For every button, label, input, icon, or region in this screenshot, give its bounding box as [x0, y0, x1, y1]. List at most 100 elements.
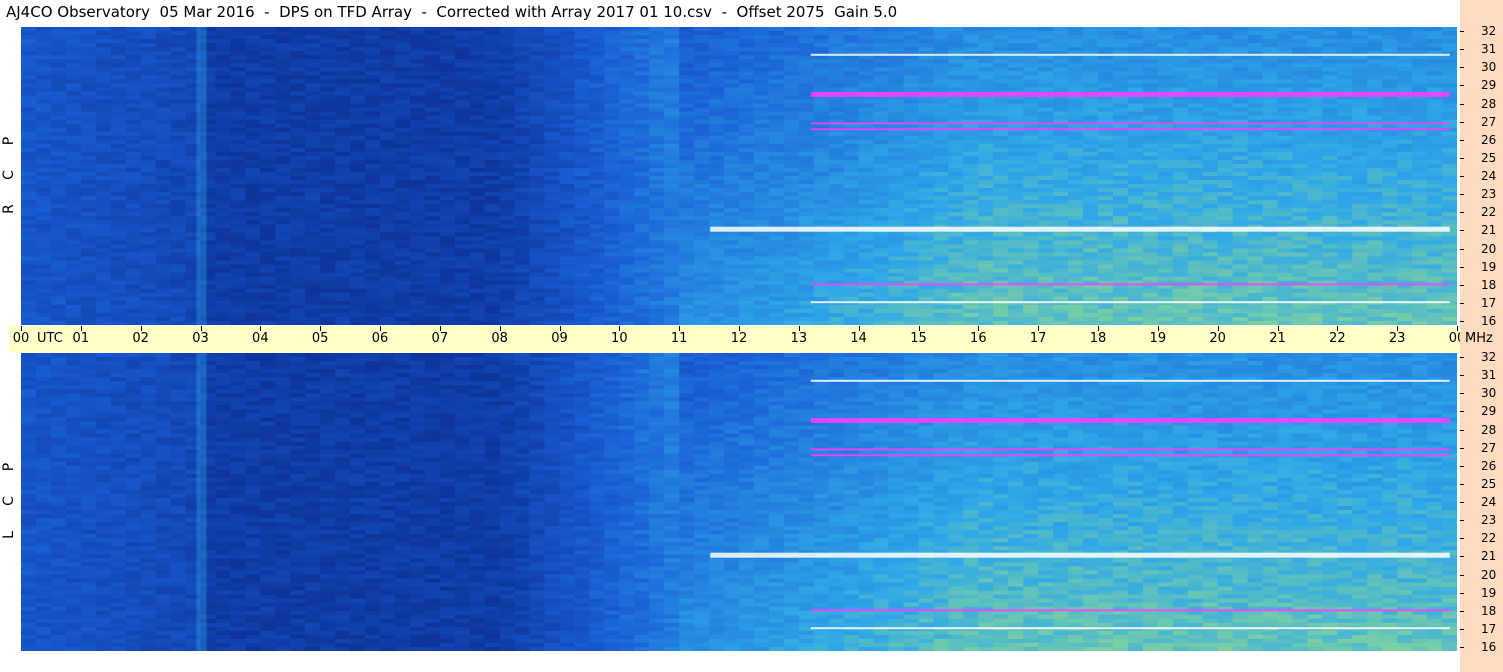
spectrogram-cell [753, 196, 770, 201]
spectrogram-cell [170, 188, 187, 193]
spectrogram-cell [350, 224, 366, 229]
spectrogram-cell [768, 119, 785, 125]
spectrogram-cell [694, 87, 710, 93]
spectrogram-cell [21, 204, 37, 209]
spectrogram-cell [918, 188, 935, 193]
spectrogram-cell [604, 312, 620, 318]
spectrogram-cell [1008, 308, 1024, 314]
spectrogram-cell [574, 304, 591, 310]
spectrogram-cell [768, 159, 785, 165]
spectrogram-cell [155, 252, 172, 258]
spectrogram-cell [619, 276, 635, 282]
spectrogram-cell [409, 220, 426, 225]
spectrogram-cell [634, 232, 650, 238]
spectrogram-cell [634, 139, 650, 145]
spectrogram-cell [484, 159, 501, 165]
spectrogram-cell [260, 200, 276, 205]
spectrogram-cell [439, 35, 456, 40]
spectrogram-cell [95, 208, 112, 213]
spectrogram-cell [50, 200, 67, 205]
spectrogram-cell [828, 212, 845, 217]
spectrogram-cell [918, 59, 935, 64]
spectrogram-cell [424, 200, 441, 205]
spectrogram-cell [290, 75, 306, 80]
spectrogram-cell [768, 75, 785, 80]
spectrogram-cell [1008, 143, 1024, 149]
spectrogram-cell [649, 212, 665, 217]
spectrogram-cell [245, 312, 261, 318]
spectrogram-cell [409, 208, 426, 213]
spectrogram-cell [679, 27, 695, 32]
spectrogram-cell [305, 212, 321, 217]
spectrogram-cell [873, 75, 890, 80]
spectrogram-cell [664, 272, 680, 278]
spectrogram-cell [694, 188, 710, 193]
spectrogram-cell [589, 176, 605, 181]
spectrogram-cell [739, 47, 755, 52]
spectrogram-cell [753, 288, 770, 294]
spectrogram-cell [679, 155, 695, 161]
spectrogram-cell [125, 224, 142, 229]
spectrogram-cell [634, 260, 650, 266]
spectrogram-cell [544, 159, 561, 165]
spectrogram-cell [320, 35, 336, 40]
spectrogram-cell [1008, 176, 1024, 181]
spectrogram-cell [424, 300, 441, 306]
spectrogram-cell [679, 192, 695, 197]
spectrogram-cell [739, 99, 755, 105]
spectrogram-cell [978, 264, 994, 270]
spectrogram-cell [873, 220, 890, 225]
spectrogram-cell [649, 196, 665, 201]
spectrogram-cell [335, 51, 351, 56]
spectrogram-cell [365, 91, 381, 97]
spectrogram-cell [125, 184, 142, 189]
spectrogram-cell [110, 292, 127, 298]
spectrogram-cell [155, 192, 172, 197]
spectrogram-cell [948, 176, 964, 181]
spectrogram-cell [290, 244, 306, 250]
spectrogram-cell [634, 256, 650, 262]
spectrogram-cell [933, 103, 950, 109]
spectrogram-cell [828, 151, 845, 157]
spectrogram-cell [245, 99, 261, 105]
spectrogram-cell [963, 71, 979, 76]
spectrogram-cell [275, 119, 291, 125]
spectrogram-cell [1023, 115, 1039, 121]
spectrogram-cell [679, 288, 695, 294]
spectrogram-cell [499, 139, 516, 145]
spectrogram-cell [215, 272, 232, 278]
spectrogram-cell [170, 119, 187, 125]
spectrogram-cell [424, 39, 441, 44]
spectrogram-cell [1008, 304, 1024, 310]
spectrogram-cell [275, 308, 291, 314]
spectrogram-cell [813, 192, 830, 197]
spectrogram-cell [230, 232, 246, 238]
spectrogram-cell [290, 135, 306, 141]
spectrogram-cell [21, 180, 37, 185]
spectrogram-cell [993, 312, 1009, 318]
spectrogram-cell [634, 184, 650, 189]
spectrogram-cell [35, 103, 52, 109]
spectrogram-cell [574, 292, 591, 298]
spectrogram-cell [694, 200, 710, 205]
spectrogram-cell [305, 87, 321, 93]
spectrogram-cell [275, 196, 291, 201]
spectrogram-cell [589, 208, 605, 213]
spectrogram-cell [424, 260, 441, 266]
spectrogram-cell [245, 147, 261, 153]
spectrogram-cell [978, 79, 994, 84]
spectrogram-cell [230, 292, 246, 298]
spectrogram-cell [290, 123, 306, 129]
spectrogram-cell [305, 276, 321, 282]
spectrogram-cell [664, 39, 680, 44]
spectrogram-cell [230, 47, 246, 52]
spectrogram-cell [65, 248, 82, 254]
spectrogram-cell [35, 252, 52, 258]
spectrogram-cell [65, 244, 82, 250]
spectrogram-cell [155, 244, 172, 250]
spectrogram-cell [454, 27, 471, 32]
spectrogram-cell [439, 31, 456, 36]
spectrogram-cell [260, 111, 276, 117]
spectrogram-cell [170, 284, 187, 290]
spectrogram-cell [858, 272, 875, 278]
